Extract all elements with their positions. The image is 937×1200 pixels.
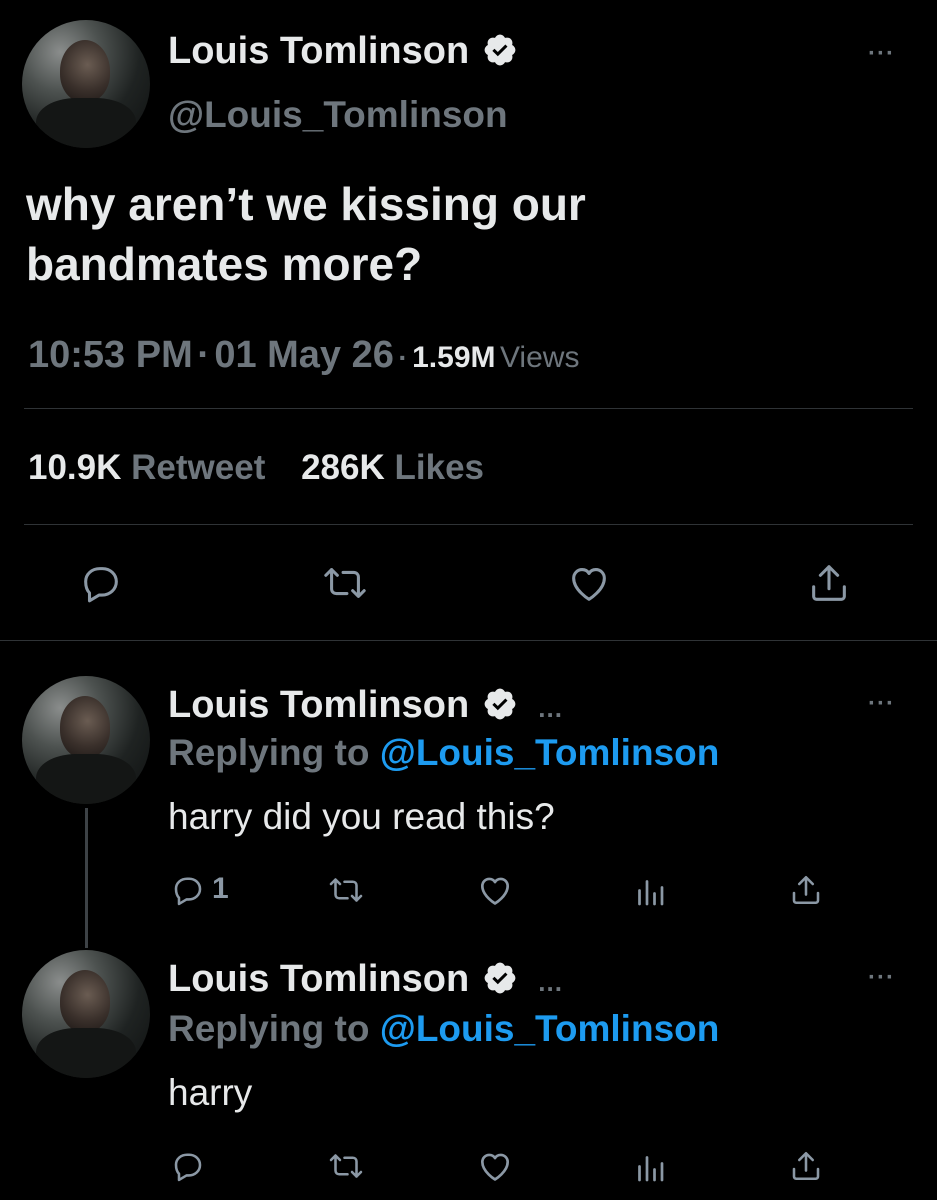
retweet-count[interactable]: 10.9K: [28, 448, 121, 487]
reply-count: 1: [212, 872, 229, 905]
reply-ellipsis: ...: [538, 967, 563, 997]
reply-avatar[interactable]: [22, 950, 150, 1078]
like-icon[interactable]: [476, 871, 514, 909]
reply-icon[interactable]: [170, 1148, 206, 1184]
retweet-icon[interactable]: [320, 560, 370, 606]
replying-to-handle[interactable]: @Louis_Tomlinson: [380, 732, 720, 773]
views-icon[interactable]: [632, 874, 668, 910]
author-handle[interactable]: @Louis_Tomlinson: [168, 94, 508, 136]
verified-badge-icon: [484, 34, 516, 66]
more-icon[interactable]: ···: [868, 964, 895, 992]
meta-separator: ·: [398, 342, 408, 373]
tweet-time[interactable]: 10:53 PM: [28, 334, 193, 376]
reply-author-name-text[interactable]: Louis Tomlinson: [168, 958, 469, 1000]
replying-to: Replying to @Louis_Tomlinson: [168, 732, 719, 774]
more-icon[interactable]: ···: [868, 40, 895, 68]
reply-author-name-text[interactable]: Louis Tomlinson: [168, 684, 469, 726]
reply-author-name[interactable]: Louis Tomlinson ...: [168, 958, 563, 1001]
tweet-text-line-2: bandmates more?: [26, 238, 423, 290]
replying-to-prefix: Replying to: [168, 732, 370, 773]
replying-to-prefix: Replying to: [168, 1008, 370, 1049]
reply-text: harry did you read this?: [168, 796, 555, 837]
reply-text: harry: [168, 1072, 253, 1113]
engagement-stats: 10.9K Retweet 286K Likes: [28, 448, 484, 488]
tweet-date[interactable]: 01 May 26: [214, 334, 394, 376]
share-icon[interactable]: [806, 560, 852, 606]
retweet-icon[interactable]: [326, 1148, 366, 1184]
divider: [24, 524, 913, 525]
section-divider: [0, 640, 937, 641]
replying-to: Replying to @Louis_Tomlinson: [168, 1008, 719, 1050]
replying-to-handle[interactable]: @Louis_Tomlinson: [380, 1008, 720, 1049]
reply-icon[interactable]: [170, 872, 206, 908]
share-icon[interactable]: [788, 1148, 824, 1184]
likes-count[interactable]: 286K: [301, 448, 385, 487]
tweet-meta: 10:53 PM · 01 May 26 · 1.59M Views: [28, 334, 579, 377]
verified-badge-icon: [484, 688, 516, 720]
reply-icon[interactable]: [78, 560, 124, 606]
more-icon[interactable]: ···: [868, 690, 895, 718]
verified-badge-icon: [484, 962, 516, 994]
author-name[interactable]: Louis Tomlinson: [168, 30, 518, 73]
reply-ellipsis: ...: [538, 693, 563, 723]
retweet-label[interactable]: Retweet: [131, 448, 265, 487]
author-avatar[interactable]: [22, 20, 150, 148]
retweet-icon[interactable]: [326, 872, 366, 908]
tweet-text: why aren’t we kissing our bandmates more…: [26, 174, 586, 294]
share-icon[interactable]: [788, 872, 824, 908]
views-label: Views: [499, 341, 580, 374]
reply-avatar[interactable]: [22, 676, 150, 804]
meta-separator: ·: [197, 334, 210, 376]
likes-label[interactable]: Likes: [395, 448, 485, 487]
like-icon[interactable]: [476, 1147, 514, 1185]
like-icon[interactable]: [566, 560, 612, 606]
tweet-text-line-1: why aren’t we kissing our: [26, 178, 586, 230]
thread-line: [85, 808, 88, 948]
divider: [24, 408, 913, 409]
views-icon[interactable]: [632, 1150, 668, 1186]
views-count: 1.59M: [412, 341, 496, 374]
reply-author-name[interactable]: Louis Tomlinson ...: [168, 684, 563, 727]
author-name-text[interactable]: Louis Tomlinson: [168, 30, 469, 72]
